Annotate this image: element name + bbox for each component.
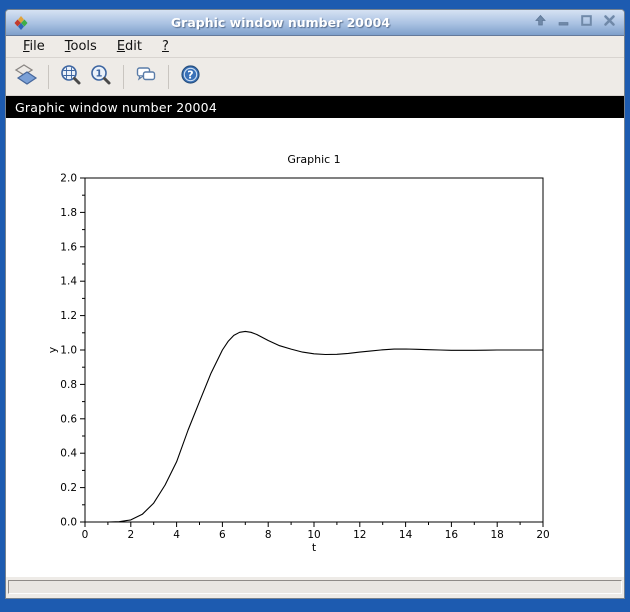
toolbar-button-help[interactable]: ? xyxy=(176,62,206,92)
figure-canvas[interactable]: 0 2 4 6 8 10 12 14 16 18 20 0.0 0.2 0.4 0.6 0.8 1.0 1.2 1.… xyxy=(6,118,624,577)
y-tick-label: 0.4 xyxy=(60,448,77,460)
menu-item-file[interactable]: File xyxy=(13,37,55,56)
x-tick-label: 10 xyxy=(307,529,320,541)
scilab-icon xyxy=(13,15,29,31)
y-tick-label: 0.8 xyxy=(60,379,77,391)
figure-name-bar: Graphic window number 20004 xyxy=(6,96,624,118)
chart-title: Graphic 1 xyxy=(287,153,340,166)
shade-icon xyxy=(533,13,548,32)
y-tick-label: 1.0 xyxy=(60,345,77,357)
x-tick-label: 18 xyxy=(491,529,504,541)
x-tick-label: 6 xyxy=(219,529,226,541)
rotate-icon xyxy=(14,63,38,91)
maximize-button[interactable] xyxy=(578,15,594,31)
desktop-background: Graphic window number 20004 File Tools Edi… xyxy=(0,0,630,612)
menu-item-help[interactable]: ? xyxy=(152,37,179,56)
toolbar-button-zoom-area[interactable] xyxy=(56,62,86,92)
close-button[interactable] xyxy=(601,15,617,31)
zoom-original-icon: 1 xyxy=(89,63,113,91)
plot-canvas: 0 2 4 6 8 10 12 14 16 18 20 0.0 0.2 0.4 0.6 0.8 1.0 1.2 1.… xyxy=(46,153,550,554)
y-tick-label: 0.6 xyxy=(60,413,77,425)
toolbar-button-zoom-original[interactable]: 1 xyxy=(86,62,116,92)
menubar: File Tools Edit? xyxy=(6,36,624,58)
toolbar: 1? xyxy=(6,58,624,96)
close-icon xyxy=(602,13,617,32)
x-tick-label: 16 xyxy=(445,529,459,541)
minimize-icon xyxy=(556,13,571,32)
x-tick-label: 8 xyxy=(265,529,272,541)
toolbar-separator xyxy=(123,64,124,89)
window-title: Graphic window number 20004 xyxy=(170,15,391,30)
graphic-editor-icon xyxy=(134,63,158,91)
minimize-button[interactable] xyxy=(555,15,571,31)
y-tick-label: 0.2 xyxy=(60,482,77,494)
svg-text:1: 1 xyxy=(96,68,103,79)
y-tick-label: 2.0 xyxy=(60,173,77,185)
figure-name-text: Graphic window number 20004 xyxy=(15,99,217,115)
y-tick-label: 0.0 xyxy=(60,517,77,529)
toolbar-button-rotate[interactable] xyxy=(11,62,41,92)
x-tick-label: 14 xyxy=(399,529,413,541)
x-axis-label: t xyxy=(312,541,317,554)
statusbar-area xyxy=(6,577,624,598)
x-tick-label: 0 xyxy=(82,529,89,541)
toolbar-separator xyxy=(168,64,169,89)
toolbar-separator xyxy=(48,64,49,89)
menu-item-tools[interactable]: Tools xyxy=(55,37,107,56)
y-tick-label: 1.8 xyxy=(60,207,77,219)
zoom-area-icon xyxy=(59,63,83,91)
maximize-icon xyxy=(579,13,594,32)
menu-item-edit[interactable]: Edit xyxy=(107,37,152,56)
shade-button[interactable] xyxy=(532,13,548,32)
y-axis-label: y xyxy=(46,346,59,353)
response-curve xyxy=(85,330,543,523)
graphic-window: Graphic window number 20004 File Tools Edi… xyxy=(5,9,625,599)
help-icon: ? xyxy=(179,63,203,91)
x-tick-label: 2 xyxy=(127,529,134,541)
status-bar xyxy=(8,580,622,594)
x-tick-label: 4 xyxy=(173,529,180,541)
svg-text:?: ? xyxy=(187,68,193,81)
x-tick-label: 12 xyxy=(353,529,366,541)
y-tick-label: 1.2 xyxy=(60,310,77,322)
x-tick-label: 20 xyxy=(536,529,549,541)
toolbar-button-graphic-editor[interactable] xyxy=(131,62,161,92)
window-controls xyxy=(532,13,617,32)
titlebar[interactable]: Graphic window number 20004 xyxy=(6,10,624,36)
y-tick-label: 1.6 xyxy=(60,241,77,253)
y-tick-label: 1.4 xyxy=(60,276,77,288)
